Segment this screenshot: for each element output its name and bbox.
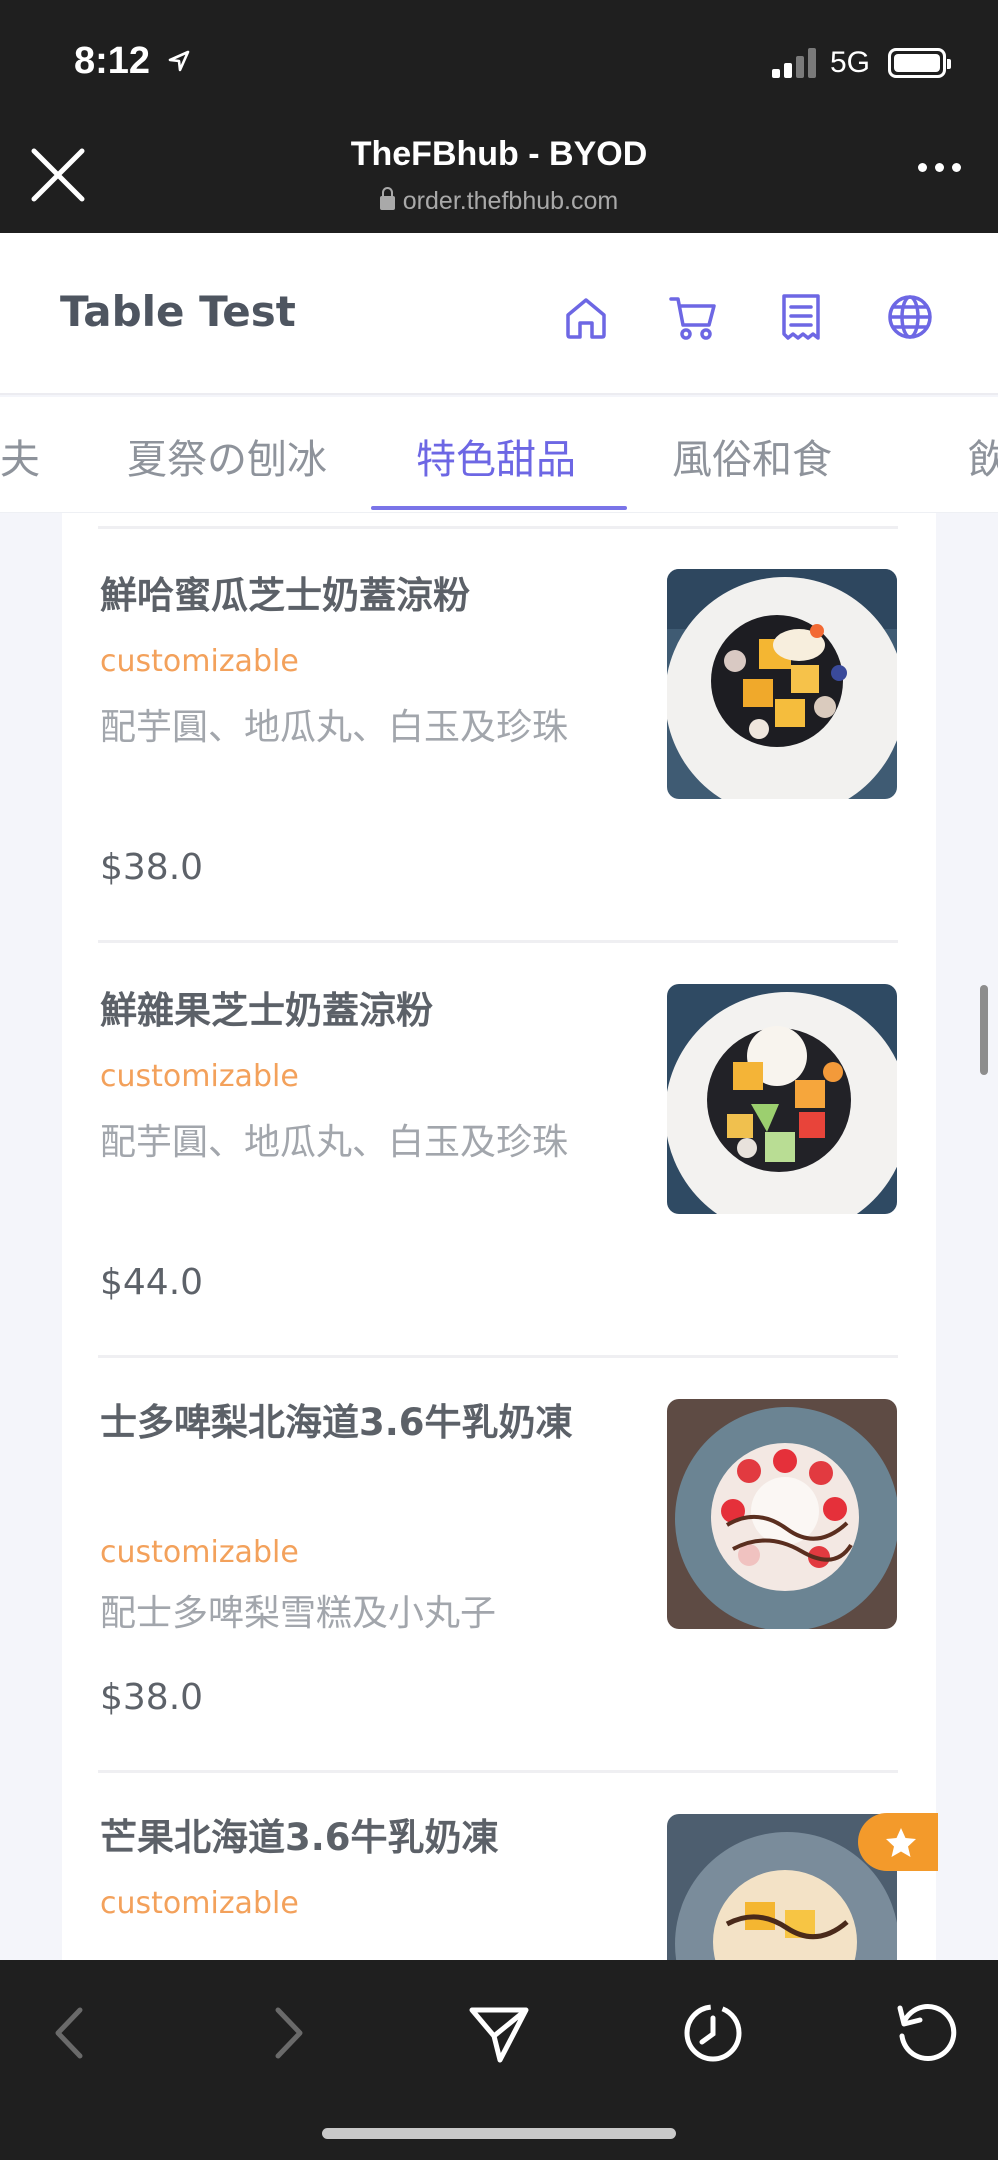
item-tag: customizable xyxy=(100,1059,299,1094)
item-tag: customizable xyxy=(100,1535,299,1570)
status-time: 8:12 xyxy=(74,40,191,83)
browser-title: TheFBhub - BYOD xyxy=(350,135,648,173)
receipt-icon[interactable] xyxy=(775,291,827,343)
more-options-icon[interactable] xyxy=(918,163,962,175)
tab-partial-right[interactable]: 飲 xyxy=(968,427,998,485)
tab-shaved-ice[interactable]: 夏祭の刨冰 xyxy=(127,427,327,485)
cart-icon[interactable] xyxy=(667,291,719,343)
forward-icon[interactable] xyxy=(252,1998,322,2068)
star-icon xyxy=(886,1828,916,1857)
tab-japanese-food[interactable]: 風俗和食 xyxy=(672,427,832,485)
menu-item[interactable]: 鮮雜果芝士奶蓋涼粉 customizable 配芋圓、地瓜丸、白玉及珍珠 $44… xyxy=(62,943,936,1358)
favorite-star-badge[interactable] xyxy=(858,1813,938,1871)
tab-partial-left[interactable]: 夫 xyxy=(0,427,40,485)
lock-icon xyxy=(379,187,395,210)
item-description: 配士多啤梨雪糕及小丸子 xyxy=(100,1593,497,1634)
active-tab-indicator xyxy=(371,506,627,510)
home-indicator[interactable] xyxy=(322,2128,676,2139)
item-name: 鮮雜果芝士奶蓋涼粉 xyxy=(100,989,433,1032)
browser-bar: TheFBhub - BYOD order.thefbhub.com xyxy=(0,125,998,233)
item-name: 士多啤梨北海道3.6牛乳奶凍 xyxy=(100,1401,573,1444)
page-title: Table Test xyxy=(60,287,296,336)
item-name: 芒果北海道3.6牛乳奶凍 xyxy=(100,1816,499,1859)
back-icon[interactable] xyxy=(36,1998,106,2068)
app-header: Table Test xyxy=(0,233,998,395)
item-price: $44.0 xyxy=(100,1262,204,1303)
battery-icon xyxy=(888,48,951,78)
home-icon[interactable] xyxy=(560,291,612,343)
refresh-icon[interactable] xyxy=(890,1998,960,2068)
item-name: 鮮哈蜜瓜芝士奶蓋涼粉 xyxy=(100,574,470,617)
item-photo[interactable] xyxy=(667,1399,897,1629)
status-bar: 8:12 5G xyxy=(0,0,998,125)
item-description xyxy=(100,1940,580,1960)
item-photo[interactable] xyxy=(667,984,897,1214)
network-label: 5G xyxy=(830,46,871,79)
item-description: 配芋圓、地瓜丸、白玉及珍珠 xyxy=(100,707,569,748)
menu-item[interactable]: 士多啤梨北海道3.6牛乳奶凍 customizable 配士多啤梨雪糕及小丸子 … xyxy=(62,1358,936,1773)
browser-bottom-bar xyxy=(0,1960,998,2160)
tab-desserts[interactable]: 特色甜品 xyxy=(416,427,576,485)
url-text: order.thefbhub.com xyxy=(402,187,619,215)
menu-list: 鮮哈蜜瓜芝士奶蓋涼粉 customizable 配芋圓、地瓜丸、白玉及珍珠 $3… xyxy=(62,513,936,1960)
item-tag: customizable xyxy=(100,1886,299,1921)
item-tag: customizable xyxy=(100,644,299,679)
time-text: 8:12 xyxy=(74,40,151,82)
category-tabs: 夫 夏祭の刨冰 特色甜品 風俗和食 飲 xyxy=(0,397,998,513)
item-photo[interactable] xyxy=(667,569,897,799)
item-price: $38.0 xyxy=(100,847,204,888)
signal-icon xyxy=(772,48,818,78)
location-arrow-icon xyxy=(168,50,189,72)
item-description: 配芋圓、地瓜丸、白玉及珍珠 xyxy=(100,1122,569,1163)
history-icon[interactable] xyxy=(678,1998,748,2068)
scrollbar-thumb[interactable] xyxy=(980,985,988,1075)
item-price: $38.0 xyxy=(100,1677,204,1718)
share-icon[interactable] xyxy=(464,1998,534,2068)
menu-item[interactable]: 芒果北海道3.6牛乳奶凍 customizable xyxy=(62,1773,936,1960)
browser-url: order.thefbhub.com xyxy=(0,187,998,216)
menu-item[interactable]: 鮮哈蜜瓜芝士奶蓋涼粉 customizable 配芋圓、地瓜丸、白玉及珍珠 $3… xyxy=(62,513,936,943)
globe-icon[interactable] xyxy=(884,291,936,343)
